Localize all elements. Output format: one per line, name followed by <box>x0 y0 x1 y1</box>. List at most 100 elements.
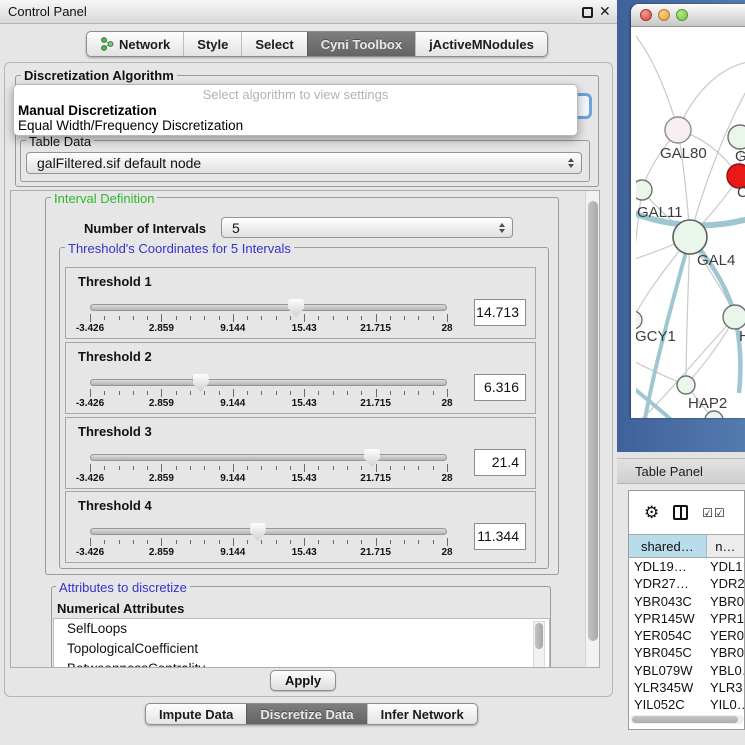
tick-mark <box>447 389 448 397</box>
threshold-1-value-field[interactable]: 14.713 <box>474 299 526 326</box>
threshold-1-slider[interactable] <box>90 304 447 311</box>
node-g[interactable] <box>728 125 745 149</box>
table-row[interactable]: YBL079WYBL0… <box>629 663 744 680</box>
node-gal11[interactable] <box>636 180 652 200</box>
threshold-4-slider[interactable] <box>90 528 447 535</box>
columns-icon[interactable] <box>673 505 688 520</box>
tick-label: 15.43 <box>292 473 317 484</box>
node-label: GAL11 <box>637 204 683 221</box>
column-header-name[interactable]: n… <box>707 535 744 557</box>
node-hap2[interactable] <box>677 376 695 394</box>
list-item[interactable]: TopologicalCoefficient <box>54 639 549 659</box>
table-row[interactable]: YLR345WYLR3… <box>629 680 744 697</box>
threshold-2-slider[interactable] <box>90 379 447 386</box>
tab-impute-data[interactable]: Impute Data <box>146 704 246 724</box>
table-row[interactable]: YIL052CYIL0… <box>629 697 744 714</box>
tick-label: 9.144 <box>220 547 245 558</box>
tick-mark <box>190 316 191 320</box>
select-checkboxes-icon[interactable]: ☑☑ <box>702 506 726 520</box>
mac-zoom-icon[interactable] <box>676 9 688 21</box>
threshold-3-slider[interactable] <box>90 454 447 461</box>
tick-mark <box>104 316 105 320</box>
list-item[interactable]: BetweennessCentrality <box>54 659 549 668</box>
tick-mark <box>304 464 305 472</box>
tick-mark <box>290 466 291 470</box>
tab-discretize-data[interactable]: Discretize Data <box>246 704 366 724</box>
number-of-intervals-combobox[interactable]: 5 <box>221 217 513 238</box>
table-cell: YPR1… <box>705 611 744 628</box>
node-h[interactable] <box>723 305 745 329</box>
threshold-4-value-field[interactable]: 11.344 <box>474 523 526 550</box>
slider-ticks <box>90 464 447 473</box>
list-scrollbar[interactable] <box>533 621 545 668</box>
table-row[interactable]: YBR045CYBR0… <box>629 645 744 662</box>
table-data-value: galFiltered.sif default node <box>37 155 201 171</box>
tick-mark <box>347 391 348 395</box>
tab-select[interactable]: Select <box>241 32 306 56</box>
float-window-icon[interactable] <box>582 7 593 18</box>
mac-close-icon[interactable] <box>640 9 652 21</box>
close-icon[interactable]: ✕ <box>599 3 611 20</box>
tab-network[interactable]: Network <box>87 32 183 56</box>
tab-infer-network[interactable]: Infer Network <box>367 704 477 724</box>
apply-button[interactable]: Apply <box>270 670 336 691</box>
tick-mark <box>333 316 334 320</box>
number-of-intervals-label: Number of Intervals <box>84 221 206 236</box>
tick-mark <box>304 314 305 322</box>
tick-mark <box>190 540 191 544</box>
tick-mark <box>204 391 205 395</box>
tick-mark <box>404 391 405 395</box>
tick-mark <box>176 391 177 395</box>
network-window-titlebar <box>631 4 745 27</box>
table-cell: YLR345W <box>629 680 705 697</box>
list-item[interactable]: SelfLoops <box>54 619 549 639</box>
tick-label: 9.144 <box>220 323 245 334</box>
table-row[interactable]: YDR27…YDR2… <box>629 576 744 593</box>
table-horizontal-scrollbar[interactable] <box>630 715 744 724</box>
tick-label: 2.859 <box>149 398 174 409</box>
table-body: YDL19…YDL1…YDR27…YDR2…YBR043CYBR0…YPR145… <box>629 559 744 715</box>
tick-label: 28 <box>441 398 452 409</box>
network-canvas[interactable]: GAL80 G C GAL11 GAL4 GCY1 H HAP2 <box>636 28 745 418</box>
table-data-combobox[interactable]: galFiltered.sif default node <box>26 152 582 174</box>
settings-scrollbar[interactable] <box>585 191 599 668</box>
table-row[interactable]: YBR043CYBR0… <box>629 594 744 611</box>
tick-mark <box>376 464 377 472</box>
node-gal4[interactable] <box>673 220 707 254</box>
table-cell: YBR043C <box>629 594 705 611</box>
tick-mark <box>404 316 405 320</box>
table-cell: YIL0… <box>705 697 744 714</box>
dropdown-hint: Select algorithm to view settings <box>14 87 577 103</box>
tick-mark <box>361 466 362 470</box>
node-gal80[interactable] <box>665 117 691 143</box>
discretization-algorithm-title: Discretization Algorithm <box>21 68 177 83</box>
node-label: HAP2 <box>688 395 727 412</box>
tick-mark <box>104 466 105 470</box>
tick-mark <box>176 540 177 544</box>
tab-jactivemnodules[interactable]: jActiveMNodules <box>415 32 547 56</box>
menu-item-equal-width-frequency[interactable]: Equal Width/Frequency Discretization <box>14 118 577 133</box>
table-row[interactable]: YPR145WYPR1… <box>629 611 744 628</box>
gear-icon[interactable]: ⚙ <box>644 503 659 523</box>
column-header-shared-name[interactable]: shared… <box>629 535 707 557</box>
tick-mark <box>104 540 105 544</box>
node-label: GAL80 <box>660 145 707 162</box>
tick-label: 21.715 <box>360 398 391 409</box>
threshold-2-value-field[interactable]: 6.316 <box>474 374 526 401</box>
tick-mark <box>233 538 234 546</box>
tick-mark <box>204 540 205 544</box>
tab-cyni-toolbox[interactable]: Cyni Toolbox <box>307 32 415 56</box>
menu-item-manual-discretization[interactable]: Manual Discretization <box>14 103 577 118</box>
mac-minimize-icon[interactable] <box>658 9 670 21</box>
table-row[interactable]: YER054CYER0… <box>629 628 744 645</box>
tick-mark <box>90 389 91 397</box>
tick-mark <box>304 389 305 397</box>
tab-label: Style <box>197 37 228 52</box>
table-toolbar: ⚙ ☑☑ <box>629 491 744 534</box>
slider-ticks <box>90 538 447 547</box>
tab-label: Select <box>255 37 293 52</box>
node-gcy1[interactable] <box>636 311 642 329</box>
table-row[interactable]: YDL19…YDL1… <box>629 559 744 576</box>
tab-style[interactable]: Style <box>183 32 241 56</box>
threshold-3-value-field[interactable]: 21.4 <box>474 449 526 476</box>
